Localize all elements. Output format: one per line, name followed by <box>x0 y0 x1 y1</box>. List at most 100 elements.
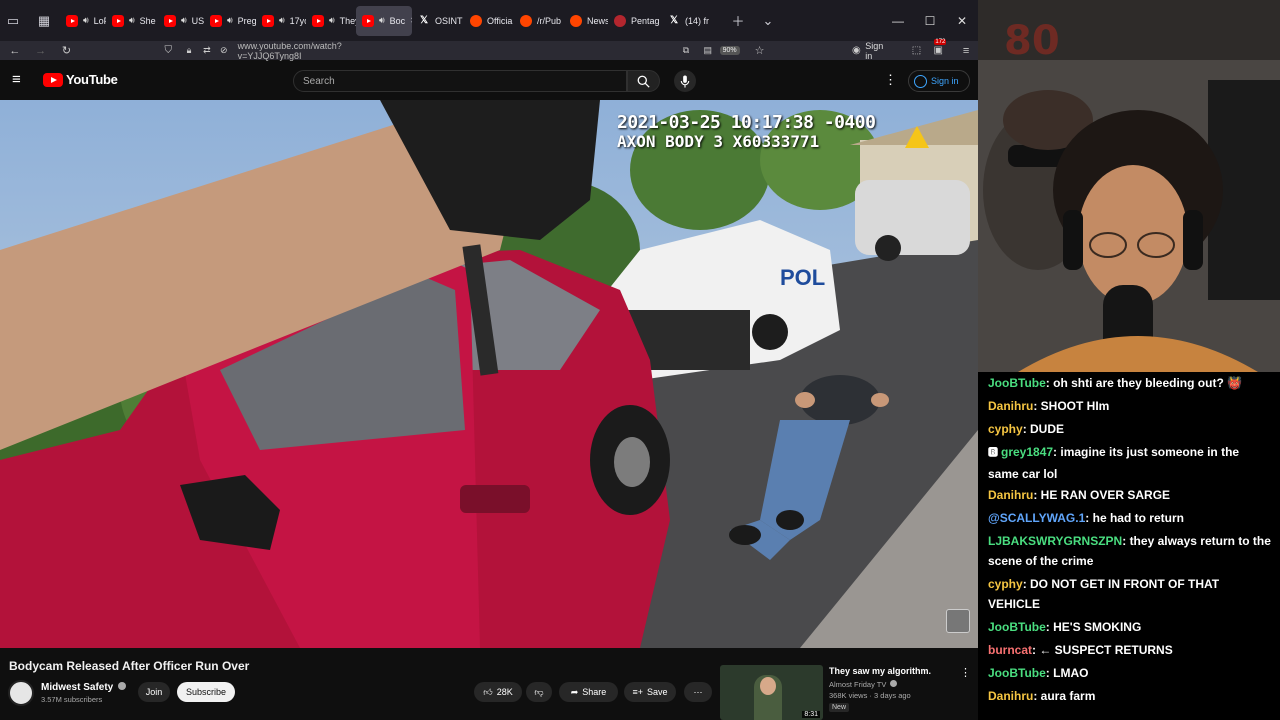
tab-10[interactable]: News <box>564 6 608 36</box>
minimize-icon[interactable]: — <box>882 0 914 41</box>
chat-message: Danihru: aura farm <box>988 686 1272 706</box>
youtube-play-icon <box>43 72 63 87</box>
extension-badge[interactable]: ▣ 172 <box>928 39 948 56</box>
dislike-button[interactable]: 👎︎ <box>526 682 552 702</box>
channel-watermark-icon[interactable] <box>946 609 970 633</box>
video-player[interactable]: POL 2021-03-25 10:17:38 -0400 AXON BODY … <box>0 100 978 648</box>
menu-icon[interactable]: ≡ <box>954 45 978 57</box>
reload-icon[interactable]: ↻ <box>55 44 79 57</box>
tab-12[interactable]: 𝕏 (14) fr <box>662 6 714 36</box>
webcam-overlay-number: 80 <box>1004 18 1060 64</box>
audio-playing-icon[interactable]: 🔊︎ <box>227 15 233 26</box>
channel-avatar[interactable] <box>8 680 34 706</box>
chat-username[interactable]: JooBTube <box>988 620 1046 634</box>
chat-username[interactable]: grey1847 <box>1001 445 1053 459</box>
save-playlist-icon: ≡+ <box>632 687 643 697</box>
recommendation-more-icon[interactable]: ⋮ <box>960 666 971 679</box>
thumbs-up-icon: 👍︎ <box>483 686 493 697</box>
tab-5[interactable]: 🔊︎ They s <box>306 6 356 36</box>
tab-11[interactable]: Pentag <box>608 6 662 36</box>
settings-more-icon[interactable]: ⋮ <box>884 72 897 88</box>
subscriber-count: 3.57M subscribers <box>41 695 103 704</box>
tab-overview-icon[interactable]: ▭ <box>4 7 22 35</box>
tab-7[interactable]: 𝕏 OSINT <box>412 6 464 36</box>
tab-label: OSINT <box>435 15 463 26</box>
zoom-level[interactable]: 90% <box>719 46 740 55</box>
tab-label: Boc <box>389 15 406 26</box>
shield-icon[interactable]: ⛉ <box>156 45 180 56</box>
picture-in-picture-icon[interactable]: ⧉ <box>674 45 698 56</box>
chat-username[interactable]: @SCALLYWAG.1 <box>988 511 1085 525</box>
search-input[interactable]: Search <box>293 70 627 92</box>
lock-icon[interactable]: 🔒︎ <box>180 45 198 56</box>
like-count: 28K <box>496 687 513 697</box>
url-field[interactable]: www.youtube.com/watch?v=YJJQ6Tyng8I <box>238 41 404 61</box>
new-tab-icon[interactable]: ＋ <box>724 7 752 35</box>
forward-icon[interactable]: → <box>29 45 53 57</box>
stream-layout: ▭ ▦ 🔊︎ LoFi A 🔊︎ She W 🔊︎ US and 🔊︎ Pregna 🔊︎ 17y… <box>0 0 1280 720</box>
channel-name[interactable]: Midwest Safety <box>41 682 127 693</box>
like-button[interactable]: 👍︎ 28K <box>474 682 522 702</box>
audio-playing-icon[interactable]: 🔊︎ <box>279 15 285 26</box>
account-icon[interactable]: ◉ <box>849 45 863 56</box>
recommendation-thumbnail[interactable]: 8:31 <box>720 665 823 720</box>
tab-strip: 🔊︎LoFi A🔊︎She W🔊︎US and🔊︎Pregna🔊︎17yo's🔊… <box>60 5 714 36</box>
reddit-favicon-icon <box>470 14 482 27</box>
audio-playing-icon[interactable]: 🔊︎ <box>379 15 385 26</box>
reader-mode-icon[interactable]: ▤ <box>698 45 718 56</box>
youtube-logo[interactable]: YouTube <box>43 72 118 87</box>
tab-label: (14) fr <box>685 15 710 26</box>
audio-playing-icon[interactable]: 🔊︎ <box>129 15 135 26</box>
channel-name-text: Midwest Safety <box>41 682 114 693</box>
chat-text: : HE RAN OVER SARGE <box>1033 488 1171 502</box>
extensions-icon[interactable]: ⬚ <box>905 45 929 56</box>
recommendation-title[interactable]: They saw my algorithm. <box>829 666 931 676</box>
share-button[interactable]: ➦ Share <box>559 682 618 702</box>
save-button[interactable]: ≡+ Save <box>624 682 676 702</box>
tab-list-icon[interactable]: ▦ <box>34 7 54 35</box>
voice-search-button[interactable] <box>674 70 696 92</box>
chat-message: @SCALLYWAG.1: he had to return <box>988 508 1272 528</box>
chat-username[interactable]: JooBTube <box>988 376 1046 390</box>
audio-playing-icon[interactable]: 🔊︎ <box>329 15 335 26</box>
bookmark-star-icon[interactable]: ☆ <box>748 44 772 57</box>
menu-hamburger-icon[interactable]: ≡ <box>12 72 28 87</box>
tab-4[interactable]: 🔊︎ 17yo's <box>256 6 306 36</box>
close-window-icon[interactable]: ✕ <box>946 0 978 41</box>
tab-3[interactable]: 🔊︎ Pregna <box>204 6 256 36</box>
chat-username[interactable]: cyphy <box>988 577 1023 591</box>
recommendation-channel[interactable]: Almost Friday TV <box>829 680 898 689</box>
maximize-icon[interactable]: ☐ <box>914 0 946 41</box>
no-autoplay-icon[interactable]: ⊘ <box>216 45 232 56</box>
back-icon[interactable]: ← <box>3 45 27 57</box>
browser-sign-in[interactable]: Sign in <box>865 41 892 61</box>
chat-username[interactable]: Danihru <box>988 399 1033 413</box>
tab-2[interactable]: 🔊︎ US and <box>158 6 204 36</box>
chat-username[interactable]: JooBTube <box>988 666 1046 680</box>
tab-8[interactable]: Officia <box>464 6 514 36</box>
chat-message: Danihru: HE RAN OVER SARGE <box>988 485 1272 505</box>
chat-username[interactable]: burncat <box>988 643 1032 657</box>
subscribe-button[interactable]: Subscribe <box>177 682 235 702</box>
chat-username[interactable]: LJBAKSWRYGRNSZPN <box>988 534 1122 548</box>
tab-list-dropdown-icon[interactable]: ⌄ <box>754 7 782 35</box>
permissions-icon[interactable]: ⇄ <box>198 45 216 56</box>
tab-label: They s <box>339 15 356 26</box>
audio-playing-icon[interactable]: 🔊︎ <box>181 15 187 26</box>
youtube-sign-in-button[interactable]: Sign in <box>908 70 970 92</box>
tab-bar: ▭ ▦ 🔊︎ LoFi A 🔊︎ She W 🔊︎ US and 🔊︎ Pregna 🔊︎ 17y… <box>0 0 978 41</box>
audio-playing-icon[interactable]: 🔊︎ <box>83 15 89 26</box>
tab-0[interactable]: 🔊︎ LoFi A <box>60 6 106 36</box>
chat-username[interactable]: cyphy <box>988 422 1023 436</box>
join-button[interactable]: Join <box>138 682 170 702</box>
chat-username[interactable]: Danihru <box>988 689 1033 703</box>
chat-username[interactable]: Danihru <box>988 488 1033 502</box>
tab-9[interactable]: /r/Pub <box>514 6 564 36</box>
tab-1[interactable]: 🔊︎ She W <box>106 6 158 36</box>
reddit-favicon-icon <box>520 14 532 27</box>
youtube-favicon-icon <box>66 14 78 27</box>
more-actions-button[interactable]: ⋯ <box>684 682 712 702</box>
bodycam-timestamp: 2021-03-25 10:17:38 -0400 <box>617 112 876 133</box>
search-button[interactable] <box>627 70 660 92</box>
tab-6[interactable]: 🔊︎Boc✕ <box>356 5 412 36</box>
